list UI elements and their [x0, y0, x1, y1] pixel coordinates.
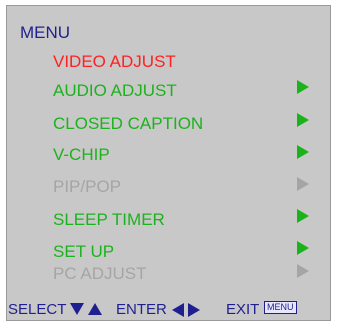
menu-item-sleep-timer[interactable]: SLEEP TIMER — [53, 211, 165, 228]
arrow-up-icon — [88, 303, 102, 315]
submenu-arrow-icon — [297, 264, 309, 278]
menu-item-label: V-CHIP — [53, 145, 110, 164]
submenu-arrow-icon — [297, 209, 309, 223]
menu-panel: MENU VIDEO ADJUST AUDIO ADJUST CLOSED CA… — [6, 5, 331, 321]
menu-key-badge: MENU — [264, 301, 297, 314]
submenu-arrow-icon — [297, 241, 309, 255]
submenu-arrow-icon — [297, 113, 309, 127]
menu-item-pip-pop: PIP/POP — [53, 178, 121, 195]
submenu-arrow-icon — [297, 145, 309, 159]
menu-item-label: SLEEP TIMER — [53, 210, 165, 229]
arrow-left-icon — [172, 303, 184, 317]
menu-item-audio-adjust[interactable]: AUDIO ADJUST — [53, 82, 177, 99]
menu-item-pc-adjust: PC ADJUST — [53, 265, 147, 282]
menu-item-label: VIDEO ADJUST — [53, 52, 176, 71]
arrow-right-icon — [188, 303, 200, 317]
menu-item-label: CLOSED CAPTION — [53, 114, 204, 133]
submenu-arrow-icon — [297, 80, 309, 94]
menu-item-label: AUDIO ADJUST — [53, 81, 177, 100]
select-hint-label: SELECT — [8, 301, 67, 318]
menu-item-closed-caption[interactable]: CLOSED CAPTION — [53, 115, 203, 132]
submenu-arrow-icon — [297, 177, 309, 191]
menu-item-label: SET UP — [53, 242, 115, 261]
arrow-down-icon — [70, 303, 84, 315]
menu-item-label: PIP/POP — [53, 177, 122, 196]
enter-hint-label: ENTER — [116, 301, 167, 318]
menu-title: MENU — [20, 23, 71, 42]
menu-item-set-up[interactable]: SET UP — [53, 243, 114, 260]
exit-hint-label: EXIT — [226, 301, 260, 318]
menu-item-v-chip[interactable]: V-CHIP — [53, 146, 110, 163]
menu-item-video-adjust[interactable]: VIDEO ADJUST — [53, 53, 176, 70]
menu-item-label: PC ADJUST — [53, 264, 147, 283]
